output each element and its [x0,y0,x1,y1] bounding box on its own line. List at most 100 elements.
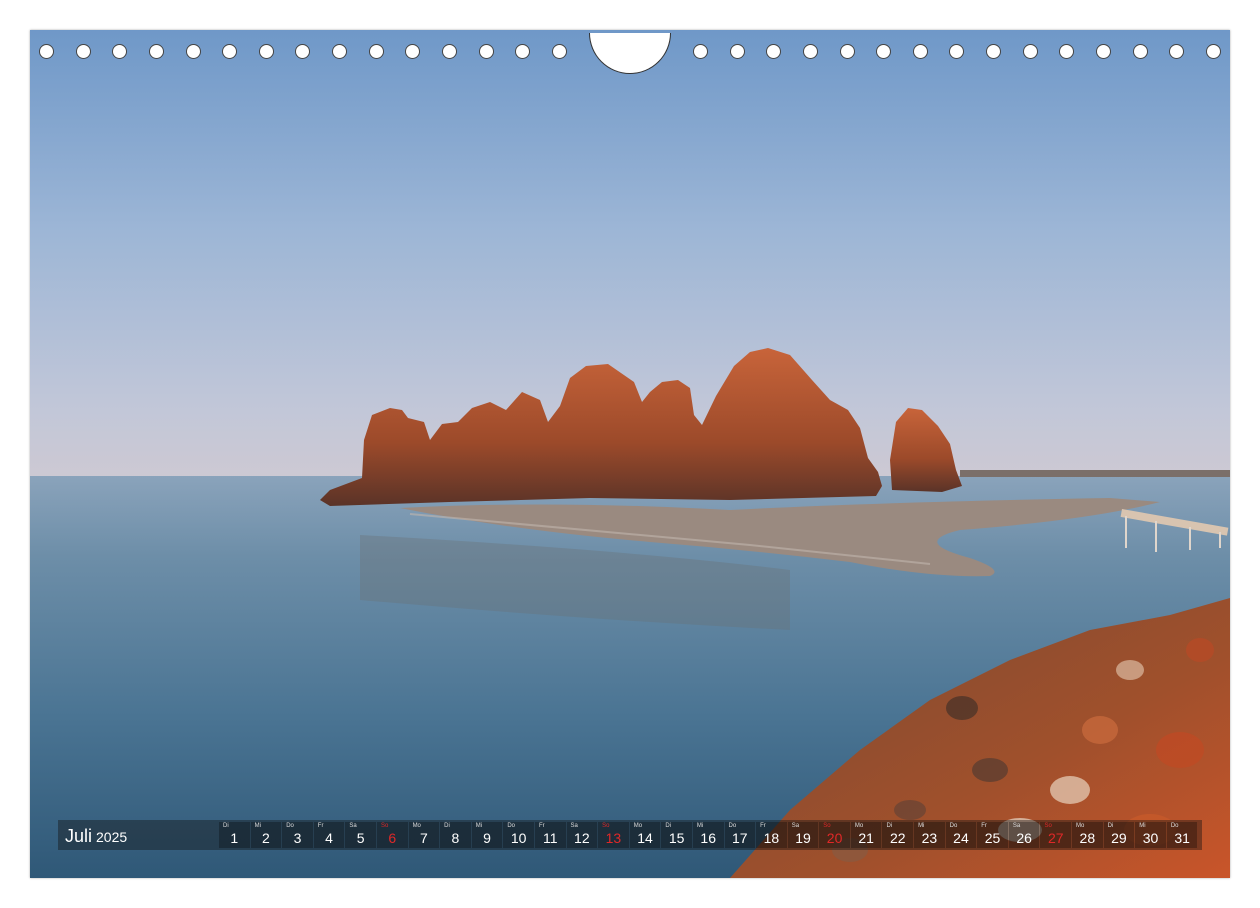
weekday-label: Mo [1076,823,1085,829]
binding-hole [839,44,855,59]
day-number: 28 [1079,830,1096,846]
binding-hole [1169,44,1185,59]
day-cell: Sa 26 [1008,822,1040,848]
day-cell: Do 3 [282,822,313,848]
weekday-label: Mi [918,823,925,829]
binding-hole [1096,44,1112,59]
weekday-label: Di [444,823,450,829]
binding-holes-right [693,44,1221,62]
day-cells: Di 1 Mi 2 Do 3 Fr 4 Sa 5 So 6 Mo 7 Di 8 Mi 9 Do 10 Fr 11 Sa 12 S… [219,822,1198,848]
day-cell: Fr 18 [756,822,787,848]
day-number: 10 [510,830,527,846]
weekday-label: Mi [254,823,261,829]
day-cell: Sa 5 [345,822,376,848]
weekday-label: Di [665,823,671,829]
calendar-strip: Juli 2025 Di 1 Mi 2 Do 3 Fr 4 Sa 5 So 6 Mo 7 Di 8 Mi 9 Do 10… [58,820,1202,850]
day-number: 6 [388,830,397,846]
weekday-label: Sa [1012,823,1021,829]
day-cell: So 13 [598,822,629,848]
binding-hole [1059,44,1075,59]
day-number: 18 [763,830,780,846]
weekday-label: Mo [633,823,643,829]
binding-hole [332,44,348,59]
year: 2025 [96,829,128,845]
day-number: 30 [1142,830,1159,846]
binding-hole [39,44,54,59]
day-cell: Mi 16 [692,822,724,848]
binding-hole [949,44,965,59]
day-cell: Mi 30 [1135,822,1166,848]
binding-holes-left [39,44,567,62]
day-number: 5 [356,830,365,846]
binding-hole [729,44,745,59]
day-number: 16 [700,830,716,846]
weekday-label: Fr [981,823,987,829]
weekday-label: Sa [791,823,800,829]
day-number: 14 [637,830,653,846]
weekday-label: Mo [412,823,421,829]
binding-hole [222,44,238,59]
day-cell: Mi 23 [914,822,945,848]
binding-hole [1022,44,1038,59]
day-number: 22 [889,830,906,846]
day-cell: Di 15 [661,822,692,848]
day-cell: Mi 2 [250,822,282,848]
binding-hole [442,44,458,59]
cover-photo [30,30,1230,878]
binding-hole [258,44,274,59]
day-cell: Fr 11 [534,822,566,848]
day-cell: Di 8 [440,822,471,848]
day-number: 19 [795,830,811,846]
weekday-label: So [823,823,831,829]
binding-hole [478,44,494,59]
binding-hole [112,44,128,59]
day-cell: Do 31 [1166,822,1198,848]
day-number: 25 [984,830,1001,846]
binding-hole [295,44,311,59]
weekday-label: Di [886,823,893,829]
weekday-label: Fr [538,823,545,829]
weekday-label: Mi [475,823,483,829]
binding-hole [876,44,892,59]
day-number: 27 [1047,830,1064,846]
day-number: 26 [1016,830,1032,846]
weekday-label: Mi [696,823,704,829]
binding-hole [1132,44,1148,59]
binding-hole [515,44,531,59]
day-number: 3 [293,830,302,846]
binding-hole [148,44,164,59]
weekday-label: Sa [570,823,578,829]
day-number: 15 [668,830,685,846]
day-number: 20 [826,830,843,846]
day-number: 13 [605,830,622,846]
day-number: 24 [953,830,969,846]
binding-hole [185,44,201,59]
weekday-label: Fr [317,823,324,829]
weekday-label: Fr [760,823,766,829]
binding-hole [405,44,421,59]
weekday-label: Sa [349,823,357,829]
coastal-rock-scene [30,30,1230,878]
day-number: 21 [858,830,874,846]
weekday-label: Do [1170,823,1179,829]
weekday-label: Di [1107,823,1114,829]
weekday-label: So [602,823,610,829]
weekday-label: So [380,823,389,829]
day-number: 7 [419,830,428,846]
day-cell: So 6 [376,822,408,848]
day-cell: Fr 4 [313,822,345,848]
day-number: 9 [483,830,491,846]
binding-hole [986,44,1002,59]
day-cell: Sa 12 [566,822,598,848]
weekday-label: Do [286,823,294,829]
month-label: Juli 2025 [65,826,127,847]
binding-hole [802,44,818,59]
day-cell: Do 10 [503,822,534,848]
day-cell: Do 17 [724,822,756,848]
weekday-label: Do [507,823,516,829]
day-cell: So 20 [819,822,850,848]
binding-hole [75,44,91,59]
day-cell: Mo 21 [850,822,882,848]
day-number: 2 [261,830,270,846]
binding-hole [912,44,928,59]
